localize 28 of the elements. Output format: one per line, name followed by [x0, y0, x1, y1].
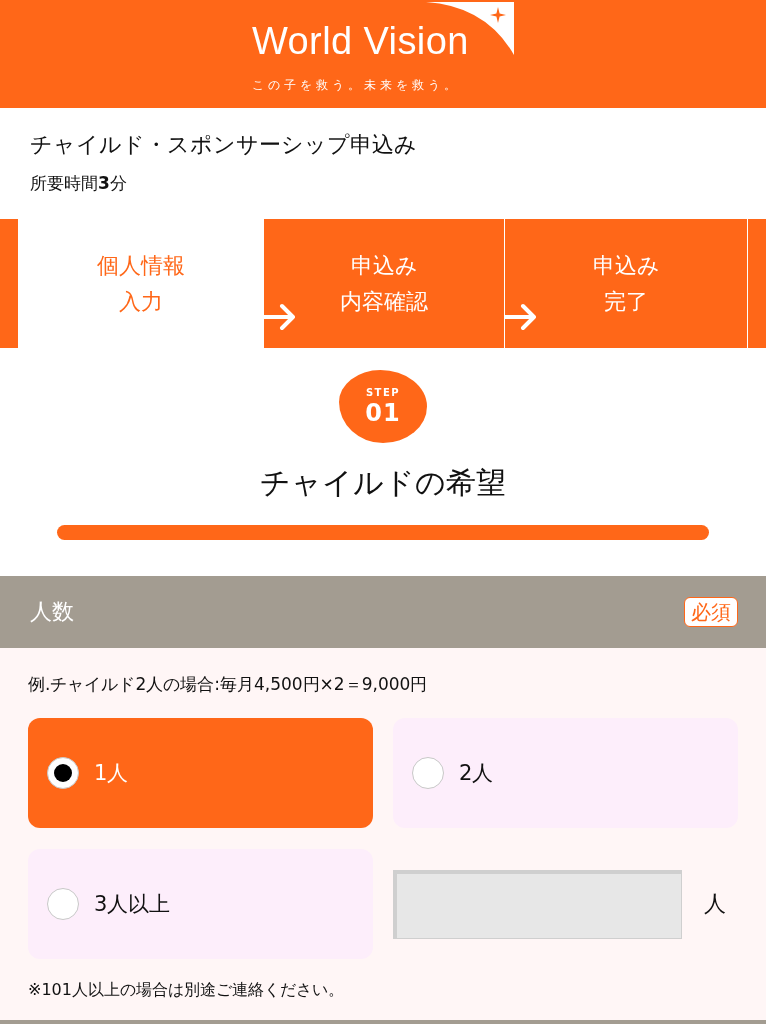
section-heading: チャイルドの希望: [260, 464, 506, 502]
required-badge: 必須: [684, 597, 738, 627]
note-text: ※101人以上の場合は別途ご連絡ください。: [28, 979, 345, 1001]
radio-button[interactable]: [412, 757, 444, 789]
step-text: 申込み: [592, 251, 660, 280]
step-number: 01: [365, 398, 401, 427]
step-text: 入力: [119, 287, 163, 316]
option-card[interactable]: 2人: [393, 718, 738, 828]
logo-tagline: この子を救う。未来を救う。: [252, 77, 460, 93]
option-label: 2人: [459, 760, 494, 787]
radio-button[interactable]: [47, 757, 79, 789]
duration-text: 所要時間3分: [30, 172, 128, 195]
arrow-right-icon: [505, 303, 538, 331]
unit-label: 人: [704, 890, 726, 918]
step-label: STEP: [365, 386, 401, 399]
option-label: 3人以上: [94, 891, 171, 918]
option-card[interactable]: 3人以上: [28, 849, 373, 959]
example-text: 例.チャイルド2人の場合:毎月4,500円×2＝9,000円: [28, 673, 429, 696]
step-text: 個人情報: [97, 251, 185, 280]
step-text: 申込み: [350, 251, 418, 280]
radio-button[interactable]: [47, 888, 79, 920]
logo-wordmark: World Vision: [252, 19, 469, 63]
option-label: 1人: [94, 760, 129, 787]
step-text: 内容確認: [340, 287, 428, 316]
form-title: チャイルド・スポンサーシップ申込み: [30, 131, 418, 159]
step-text: 完了: [604, 287, 648, 316]
field-label: 人数: [30, 598, 74, 626]
count-input[interactable]: [393, 869, 682, 939]
